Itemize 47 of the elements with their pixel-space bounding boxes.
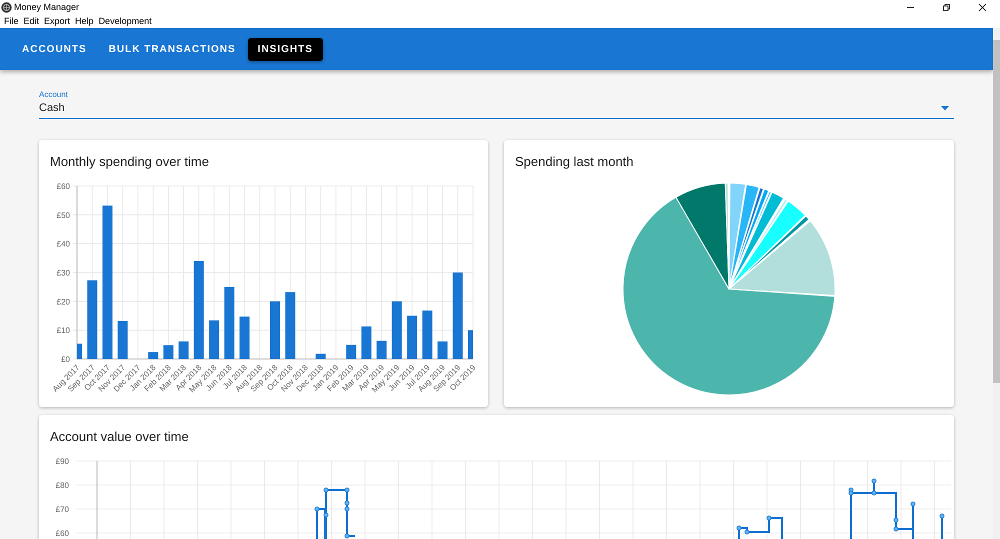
nav-tab[interactable]: BULK TRANSACTIONS bbox=[98, 38, 246, 60]
scrollbar-thumb[interactable] bbox=[993, 40, 1000, 383]
axis-tick-label: £60 bbox=[56, 529, 69, 538]
axis-tick-label: £80 bbox=[56, 481, 69, 490]
axis-tick-label: £50 bbox=[56, 210, 70, 220]
menu-item[interactable]: Edit bbox=[22, 16, 42, 26]
axis-tick-label: £10 bbox=[56, 326, 70, 336]
app-icon bbox=[1, 2, 12, 12]
bar bbox=[178, 341, 189, 359]
bar bbox=[346, 344, 356, 359]
bar bbox=[77, 344, 82, 359]
account-dropdown[interactable]: Account Cash bbox=[39, 90, 954, 119]
axis-tick-label: £60 bbox=[56, 182, 70, 191]
caret-icon bbox=[941, 106, 949, 111]
bar bbox=[316, 354, 326, 359]
bar bbox=[468, 330, 473, 359]
menu-item[interactable]: Help bbox=[73, 16, 97, 26]
card-title: Monthly spending over time bbox=[49, 153, 210, 171]
nav-tab[interactable]: INSIGHTS bbox=[248, 38, 323, 60]
bar bbox=[240, 316, 250, 359]
bar bbox=[163, 345, 174, 359]
axis-tick-label: £30 bbox=[56, 268, 70, 278]
axis-tick-label: £0 bbox=[61, 355, 70, 364]
axis-tick-label: £20 bbox=[56, 297, 70, 306]
card-title: Account value over time bbox=[49, 428, 190, 446]
card-title: Spending last month bbox=[514, 153, 635, 171]
nav-tab[interactable]: ACCOUNTS bbox=[12, 38, 97, 60]
bar bbox=[361, 326, 372, 359]
close-icon bbox=[978, 2, 986, 12]
bar bbox=[118, 320, 128, 359]
menu-item[interactable]: Export bbox=[42, 16, 74, 26]
bar bbox=[148, 352, 158, 359]
menu-item[interactable]: File bbox=[2, 16, 22, 26]
bar bbox=[438, 341, 448, 359]
bar bbox=[407, 316, 418, 359]
bar bbox=[270, 301, 280, 359]
bar bbox=[392, 301, 402, 359]
menu-item[interactable]: Development bbox=[96, 16, 155, 26]
restore-icon bbox=[942, 2, 950, 12]
axis-tick-label: £90 bbox=[56, 457, 69, 466]
bar bbox=[376, 340, 387, 359]
bar bbox=[285, 292, 296, 359]
axis-tick-label: £70 bbox=[56, 505, 69, 514]
axis-tick-label: £40 bbox=[56, 240, 70, 249]
bar bbox=[422, 310, 432, 359]
bar bbox=[209, 320, 220, 359]
window-title: Money Manager bbox=[14, 2, 80, 12]
